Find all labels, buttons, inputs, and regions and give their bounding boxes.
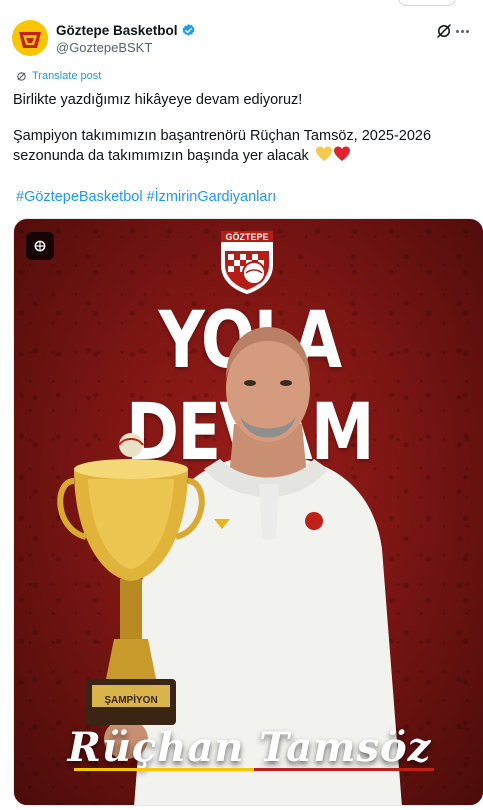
hashtags: #GöztepeBasketbol #İzmirinGardiyanları (16, 187, 276, 207)
hashtag-goztepebasketbol[interactable]: #GöztepeBasketbol (16, 189, 143, 205)
post-text-line3: sezonunda da takımımızın başında yer ala… (13, 146, 465, 166)
translate-label: Translate post (32, 70, 102, 82)
coach-name-script: Rüçhan Tamsöz (67, 724, 432, 771)
post-text-line2: Şampiyon takımımızın başantrenörü Rüçhan… (13, 128, 432, 144)
follow-button-stub[interactable] (398, 0, 456, 6)
author-names: Göztepe Basketbol @GoztepeBSKT (56, 22, 196, 56)
heart-yellow-icon (315, 146, 350, 161)
grok-icon[interactable] (435, 22, 453, 40)
post-text-line3-content: sezonunda da takımımızın başında yer ala… (13, 148, 309, 164)
post-media-image[interactable]: GÖZTEPE YOLA DEVAM ŞAMPİYON Rü (13, 218, 483, 806)
hashtag-izmiringardiyanlari[interactable]: #İzmirinGardiyanları (147, 189, 277, 205)
verified-badge-icon (182, 23, 194, 36)
display-name[interactable]: Göztepe Basketbol (56, 22, 178, 39)
heart-red-icon (333, 146, 350, 161)
coach-with-trophy-illustration: ŞAMPİYON (57, 327, 402, 805)
post-text-line1: Birlikte yazdığımız hikâyeye devam ediyo… (13, 92, 303, 108)
svg-text:ŞAMPİYON: ŞAMPİYON (104, 693, 157, 706)
post-header: Göztepe Basketbol @GoztepeBSKT (12, 20, 471, 60)
avatar[interactable] (12, 20, 48, 56)
handle[interactable]: @GoztepeBSKT (56, 39, 196, 56)
name-underline-stripe (74, 768, 434, 771)
translate-icon (17, 71, 26, 81)
translate-post-link[interactable]: Translate post (16, 70, 101, 82)
more-icon[interactable] (453, 22, 471, 40)
